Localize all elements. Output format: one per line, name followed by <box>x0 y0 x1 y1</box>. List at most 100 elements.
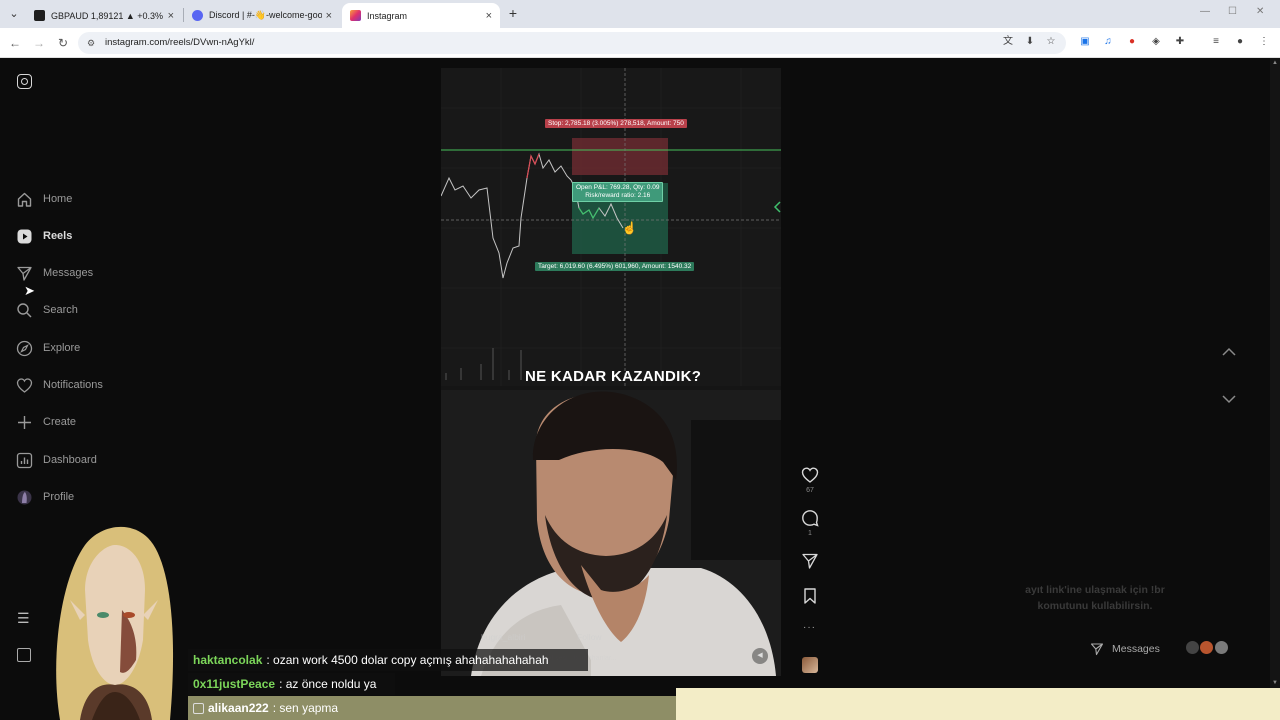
comment-bubble-icon[interactable] <box>801 509 819 527</box>
sidebar-item-label: Search <box>43 304 78 316</box>
maximize-icon[interactable]: ☐ <box>1228 6 1237 17</box>
screen: ⌄ GBPAUD 1,89121 ▲ +0.3% Ads × Discord |… <box>0 0 1280 720</box>
forward-arrow-icon[interactable]: → <box>30 34 48 52</box>
sidebar-item-label: Explore <box>43 342 81 354</box>
comment-count: 1 <box>808 530 812 537</box>
overlay-note-line1: ayıt link'ine ulaşmak için !br <box>1025 584 1165 596</box>
dashboard-icon <box>16 452 33 469</box>
sidebar-item-profile[interactable]: Profile <box>16 485 74 509</box>
hand-cursor-icon: ☝ <box>622 221 637 235</box>
extension-screen-icon[interactable]: ▣ <box>1077 34 1093 50</box>
previous-reel-chevron-up-icon[interactable] <box>1221 344 1237 356</box>
tab-search-menu-button[interactable]: ⌄ <box>4 4 24 24</box>
like-count: 67 <box>806 487 814 494</box>
chat-text: : sen yapma <box>272 701 339 715</box>
messages-avatar-stack[interactable] <box>1185 640 1229 660</box>
sidebar-item-notifications[interactable]: Notifications <box>16 373 103 397</box>
follow-button[interactable]: Follow <box>577 632 602 642</box>
sidebar-item-explore[interactable]: Explore <box>16 336 80 360</box>
reel-username[interactable]: bugra_albiri <box>481 632 525 642</box>
install-app-icon[interactable]: ⬇ <box>1022 34 1038 50</box>
translate-icon[interactable]: 文 <box>1000 34 1016 50</box>
overlay-note-line2: komutunu kullabilirsin. <box>1037 600 1153 612</box>
risk-reward-text: Risk/reward ratio: 2.16 <box>585 192 651 199</box>
tradingview-favicon-icon <box>34 10 45 21</box>
chat-message: alikaan222 : sen yapma <box>188 696 676 720</box>
extension-mask-icon[interactable]: ◈ <box>1148 34 1164 50</box>
mute-toggle-icon[interactable]: ◀ <box>752 648 768 664</box>
window-close-icon[interactable]: ✕ <box>1256 6 1264 17</box>
audio-thumbnail[interactable] <box>802 657 818 673</box>
chat-badge-icon <box>193 702 204 714</box>
more-options-icon[interactable]: ··· <box>803 622 816 633</box>
stop-loss-label: Stop: 2,785.18 (3.005%) 278,518, Amount:… <box>545 119 687 128</box>
tab-discord[interactable]: Discord | #-👋-welcome-good × <box>184 3 340 28</box>
site-info-icon[interactable]: ⚙ <box>87 36 97 50</box>
reels-icon <box>16 228 33 245</box>
close-tab-icon[interactable]: × <box>168 10 174 22</box>
browser-menu-icon[interactable]: ⋮ <box>1256 34 1272 50</box>
sidebar-item-reels[interactable]: Reels <box>16 224 72 248</box>
also-from-meta-icon[interactable] <box>17 648 31 662</box>
open-position-label: Open P&L: 769.28, Qty: 0.09 Risk/reward … <box>572 182 664 202</box>
chat-text: : ozan work 4500 dolar copy açmış ahahah… <box>266 653 549 667</box>
chat-message: 0x11justPeace : az önce noldu ya <box>188 673 395 695</box>
chat-highlight-bar <box>676 688 1280 720</box>
close-tab-icon[interactable]: × <box>486 10 492 22</box>
save-bookmark-icon[interactable] <box>801 587 819 605</box>
extension-audio-icon[interactable]: ♫ <box>1100 34 1116 50</box>
next-reel-chevron-down-icon[interactable] <box>1221 391 1237 404</box>
bookmark-star-icon[interactable]: ☆ <box>1043 34 1059 50</box>
plus-icon <box>16 414 33 431</box>
mouse-cursor-icon: ➤ <box>24 283 35 298</box>
tab-gbpaud[interactable]: GBPAUD 1,89121 ▲ +0.3% Ads × <box>26 3 182 28</box>
profile-icon[interactable]: ● <box>1232 34 1248 50</box>
sidebar-item-messages[interactable]: Messages <box>16 261 93 285</box>
share-send-icon[interactable] <box>801 552 819 570</box>
extensions-puzzle-icon[interactable]: ✚ <box>1172 34 1188 50</box>
url-text: instagram.com/reels/DVwn-nAgYkl/ <box>105 37 255 48</box>
sidebar-item-label: Reels <box>43 230 73 242</box>
chat-message: haktancolak : ozan work 4500 dolar copy … <box>188 649 588 671</box>
messages-send-icon <box>1090 643 1104 656</box>
sidebar-item-label: Dashboard <box>43 454 97 466</box>
messages-icon <box>16 265 33 282</box>
sidebar-item-label: Create <box>43 416 77 428</box>
reload-icon[interactable]: ↻ <box>54 34 72 52</box>
sidebar-item-home[interactable]: Home <box>16 187 72 211</box>
discord-favicon-icon <box>192 10 203 21</box>
tab-title: Discord | #-👋-welcome-good <box>209 10 322 20</box>
take-profit-label: Target: 6,019.60 (6.495%) 601,960, Amoun… <box>535 262 695 271</box>
scroll-up-icon[interactable]: ▲ <box>1272 60 1278 66</box>
sidebar-item-create[interactable]: Create <box>16 410 76 434</box>
stream-overlay-note: ayıt link'ine ulaşmak için !br komutunu … <box>1000 582 1190 614</box>
trading-chart-graphic <box>441 68 781 386</box>
back-arrow-icon[interactable]: ← <box>6 34 24 52</box>
page-scrollbar[interactable]: ▲ ▼ <box>1270 58 1280 688</box>
reel-video[interactable]: Stop: 2,785.18 (3.005%) 278,518, Amount:… <box>441 68 781 676</box>
tab-instagram[interactable]: Instagram × <box>342 3 500 28</box>
chat-nick: alikaan222 <box>208 701 269 715</box>
adblock-icon[interactable]: ● <box>1124 34 1140 50</box>
search-icon <box>16 302 33 319</box>
sidebar-item-search[interactable]: Search <box>16 298 78 322</box>
close-tab-icon[interactable]: × <box>326 10 332 22</box>
avatar <box>1213 640 1229 655</box>
heart-icon <box>16 377 33 394</box>
chat-nick: 0x11justPeace <box>193 677 276 691</box>
instagram-favicon-icon <box>350 10 361 21</box>
chat-text: : az önce noldu ya <box>279 677 377 691</box>
avatar <box>1185 640 1200 655</box>
open-pnl-text: Open P&L: 769.28, Qty: 0.09 <box>576 184 660 191</box>
media-controls-icon[interactable]: ≡ <box>1208 34 1224 50</box>
trading-chart-frame: Stop: 2,785.18 (3.005%) 278,518, Amount:… <box>441 68 781 386</box>
address-bar[interactable]: ⚙ instagram.com/reels/DVwn-nAgYkl/ <box>78 32 1066 54</box>
scroll-down-icon[interactable]: ▼ <box>1272 680 1278 686</box>
minimize-icon[interactable]: — <box>1200 6 1210 17</box>
hamburger-menu-icon[interactable]: ☰ <box>17 610 30 627</box>
new-tab-button[interactable]: + <box>505 5 521 21</box>
instagram-logo-icon[interactable] <box>17 74 32 89</box>
like-heart-icon[interactable] <box>801 466 819 484</box>
chat-nick: haktancolak <box>193 653 263 667</box>
sidebar-item-dashboard[interactable]: Dashboard <box>16 448 97 472</box>
